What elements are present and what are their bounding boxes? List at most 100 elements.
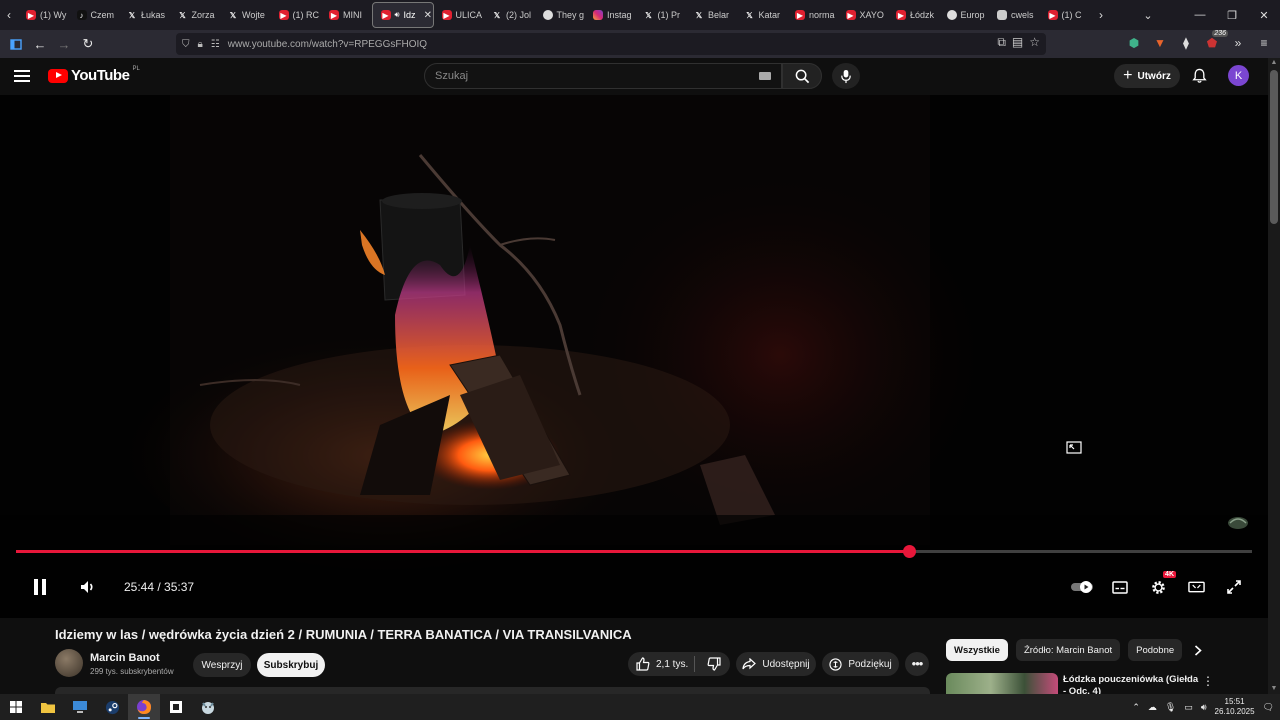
browser-tab[interactable]: ▶ Łódzk: [888, 2, 939, 28]
back-icon[interactable]: ←: [28, 32, 52, 56]
like-button[interactable]: 2,1 tys.: [636, 657, 688, 671]
description-box[interactable]: [55, 687, 930, 694]
sidebar-toggle-icon[interactable]: [4, 32, 28, 56]
address-bar[interactable]: ⛉ 🔒︎ ☷ www.youtube.com/watch?v=RPEGGsFHO…: [176, 33, 1046, 55]
recommendation-title[interactable]: Łódzka pouczeniówka (Giełda - Odc. 4): [1063, 674, 1203, 694]
forward-icon[interactable]: →: [52, 32, 76, 56]
browser-tab[interactable]: 𝕏 (2) Jol: [484, 2, 535, 28]
picture-in-picture-icon[interactable]: ⧉: [997, 35, 1006, 50]
browser-tab[interactable]: ▶ norma: [787, 2, 838, 28]
recommendation-thumbnail[interactable]: [946, 673, 1058, 694]
app-menu-icon[interactable]: ≡: [1254, 32, 1274, 54]
subtitles-button[interactable]: [1106, 573, 1134, 601]
tab-scroll-right-icon[interactable]: ›: [1092, 0, 1110, 30]
theater-mode-button[interactable]: [1182, 573, 1210, 601]
subscribe-button[interactable]: Subskrybuj: [257, 653, 325, 677]
pause-button[interactable]: [26, 573, 54, 601]
browser-tab[interactable]: 𝕏 Zorza: [170, 2, 221, 28]
browser-tab[interactable]: 𝕏 Wojte: [220, 2, 271, 28]
voice-search-button[interactable]: [832, 63, 860, 89]
search-button[interactable]: [782, 63, 822, 89]
tracking-shield-icon[interactable]: ⛉: [182, 39, 190, 50]
account-avatar[interactable]: K: [1228, 65, 1249, 86]
progress-bar[interactable]: [16, 545, 1252, 558]
browser-tab[interactable]: Instag: [585, 2, 636, 28]
file-explorer-icon[interactable]: [32, 694, 64, 720]
browser-tab[interactable]: ▶ XAYO: [838, 2, 889, 28]
browser-tab[interactable]: 𝕏 Belar: [686, 2, 737, 28]
browser-tab[interactable]: 𝕏 (1) Pr: [636, 2, 687, 28]
notifications-bell-icon[interactable]: [1189, 66, 1209, 86]
bookmark-star-icon[interactable]: ☆: [1029, 35, 1040, 50]
scroll-up-arrow-icon[interactable]: ▲: [1270, 59, 1278, 67]
keyboard-icon[interactable]: [759, 72, 771, 80]
permissions-icon[interactable]: ☷: [211, 39, 220, 50]
roblox-studio-icon[interactable]: [160, 694, 192, 720]
tab-scroll-left-icon[interactable]: ‹: [0, 0, 18, 30]
browser-tab[interactable]: ▶ ULICA: [434, 2, 485, 28]
chips-next-chevron-icon[interactable]: [1190, 642, 1206, 658]
support-button[interactable]: Wesprzyj: [193, 653, 251, 677]
tray-overflow-chevron-icon[interactable]: ⌃: [1132, 702, 1140, 713]
reload-icon[interactable]: ↻: [76, 32, 100, 56]
browser-tab[interactable]: 𝕏 Katar: [737, 2, 788, 28]
lock-icon[interactable]: 🔒︎: [198, 39, 203, 50]
filter-chip[interactable]: Źródło: Marcin Banot: [1015, 639, 1121, 661]
browser-tab[interactable]: 𝕏 Łukas: [119, 2, 170, 28]
miniplayer-overlay-icon[interactable]: [1064, 437, 1084, 457]
scroll-down-arrow-icon[interactable]: ▼: [1270, 685, 1278, 693]
recommendation-more-icon[interactable]: ⋮: [1202, 674, 1214, 688]
minimize-icon[interactable]: —: [1184, 0, 1216, 30]
microphone-tray-icon[interactable]: 🎙︎: [1165, 702, 1176, 713]
browser-tab[interactable]: ▶ (1) C: [1040, 2, 1091, 28]
fox-extension-icon[interactable]: ▼: [1150, 32, 1170, 54]
overflow-chevron-icon[interactable]: »: [1228, 32, 1248, 54]
url-text[interactable]: www.youtube.com/watch?v=RPEGGsFHOIQ: [228, 39, 427, 50]
page-scrollbar[interactable]: ▲ ▼: [1268, 58, 1280, 694]
browser-tab[interactable]: They g: [535, 2, 586, 28]
video-player[interactable]: 25:44 / 35:37 4K: [0, 95, 1268, 618]
notifications-icon[interactable]: 🗨︎: [1263, 702, 1274, 713]
windows-start-icon[interactable]: [0, 694, 32, 720]
filter-chip[interactable]: Podobne: [1128, 639, 1183, 661]
browser-tab[interactable]: ▶ (1) RC: [271, 2, 322, 28]
thanks-button[interactable]: Podziękuj: [822, 652, 899, 676]
filter-chip[interactable]: Wszystkie: [946, 639, 1008, 661]
speaker-icon[interactable]: 🔊︎: [1201, 702, 1207, 713]
channel-watermark-icon[interactable]: [1226, 513, 1250, 531]
steam-icon[interactable]: [96, 694, 128, 720]
vpn-extension-icon[interactable]: ⬢: [1124, 32, 1144, 54]
adblock-extension-icon[interactable]: ⬟ 236: [1202, 30, 1228, 54]
tab-close-icon[interactable]: ✕: [424, 10, 432, 21]
scrollbar-thumb[interactable]: [1270, 70, 1278, 224]
onedrive-icon[interactable]: ☁: [1148, 702, 1157, 713]
taskbar-clock[interactable]: 15:51 26.10.2025: [1215, 697, 1255, 717]
restore-icon[interactable]: ❐: [1216, 0, 1248, 30]
browser-tab[interactable]: Europ: [939, 2, 990, 28]
browser-tab[interactable]: cwels: [989, 2, 1040, 28]
menu-hamburger-icon[interactable]: [14, 66, 34, 86]
browser-tab[interactable]: ▶ (1) Wy: [18, 2, 69, 28]
tab-audio-icon[interactable]: 🔊︎: [395, 10, 400, 20]
app-dog-icon[interactable]: [192, 694, 224, 720]
network-icon[interactable]: ▭: [1184, 702, 1193, 713]
computer-app-icon[interactable]: [64, 694, 96, 720]
volume-button[interactable]: [74, 573, 102, 601]
search-input[interactable]: Szukaj: [424, 63, 782, 89]
create-button[interactable]: + Utwórz: [1114, 64, 1180, 88]
reader-view-icon[interactable]: ▤: [1012, 35, 1023, 50]
share-button[interactable]: Udostępnij: [736, 652, 816, 676]
channel-name[interactable]: Marcin Banot: [90, 652, 160, 664]
youtube-logo[interactable]: YouTube PL: [48, 66, 140, 84]
close-window-icon[interactable]: ✕: [1248, 0, 1280, 30]
settings-button[interactable]: 4K: [1144, 571, 1176, 601]
autoplay-toggle[interactable]: [1068, 573, 1096, 601]
channel-avatar[interactable]: [55, 649, 83, 677]
dislike-button[interactable]: [707, 657, 721, 671]
firefox-icon[interactable]: [128, 694, 160, 720]
browser-tab[interactable]: ▶ 🔊︎ Idz ✕: [371, 2, 434, 28]
browser-tab[interactable]: ▶ MINI: [321, 2, 372, 28]
browser-tab[interactable]: ♪ Czem: [69, 2, 120, 28]
extensions-puzzle-icon[interactable]: ⧫: [1176, 32, 1196, 54]
list-all-tabs-icon[interactable]: ⌄: [1138, 0, 1158, 30]
